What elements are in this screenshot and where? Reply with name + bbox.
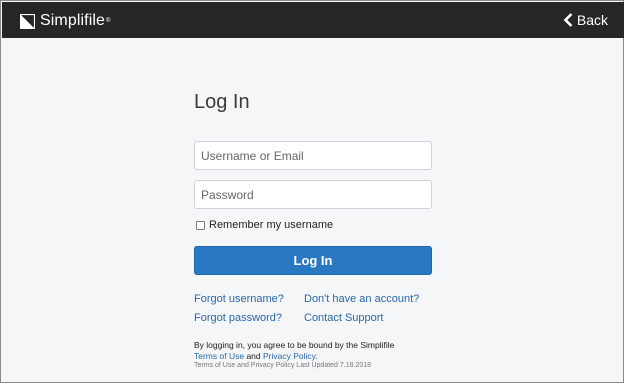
privacy-policy-link[interactable]: Privacy Policy [263, 351, 315, 361]
brand-name: Simplifile [40, 12, 106, 29]
legal-prefix: By logging in, you agree to be bound by … [194, 340, 395, 350]
page-title: Log In [194, 91, 250, 113]
remember-username[interactable]: Remember my username [196, 219, 333, 231]
forgot-password-link[interactable]: Forgot password? [194, 312, 282, 324]
trademark-mark: ® [106, 18, 111, 24]
login-window: Simplifile ® Back Log In Remember my use… [0, 0, 624, 383]
terms-of-use-link[interactable]: Terms of Use [194, 351, 244, 361]
forgot-username-link[interactable]: Forgot username? [194, 293, 284, 305]
contact-support-link[interactable]: Contact Support [304, 312, 384, 324]
legal-period: . [315, 351, 318, 361]
top-bar: Simplifile ® Back [2, 2, 624, 38]
simplifile-logo-icon [20, 13, 35, 29]
back-label: Back [576, 12, 608, 28]
legal-notice: By logging in, you agree to be bound by … [194, 340, 394, 362]
back-button[interactable]: Back [563, 11, 608, 29]
brand-logo[interactable]: Simplifile ® [20, 12, 110, 30]
login-button[interactable]: Log In [194, 246, 432, 275]
remember-label: Remember my username [209, 219, 334, 231]
legal-and: and [246, 351, 261, 361]
legal-updated-date: Terms of Use and Privacy Policy Last Upd… [194, 362, 372, 369]
password-input[interactable] [194, 180, 432, 209]
chevron-left-icon [563, 13, 573, 27]
username-input[interactable] [194, 141, 432, 170]
remember-checkbox[interactable] [196, 220, 205, 230]
create-account-link[interactable]: Don't have an account? [304, 293, 419, 305]
